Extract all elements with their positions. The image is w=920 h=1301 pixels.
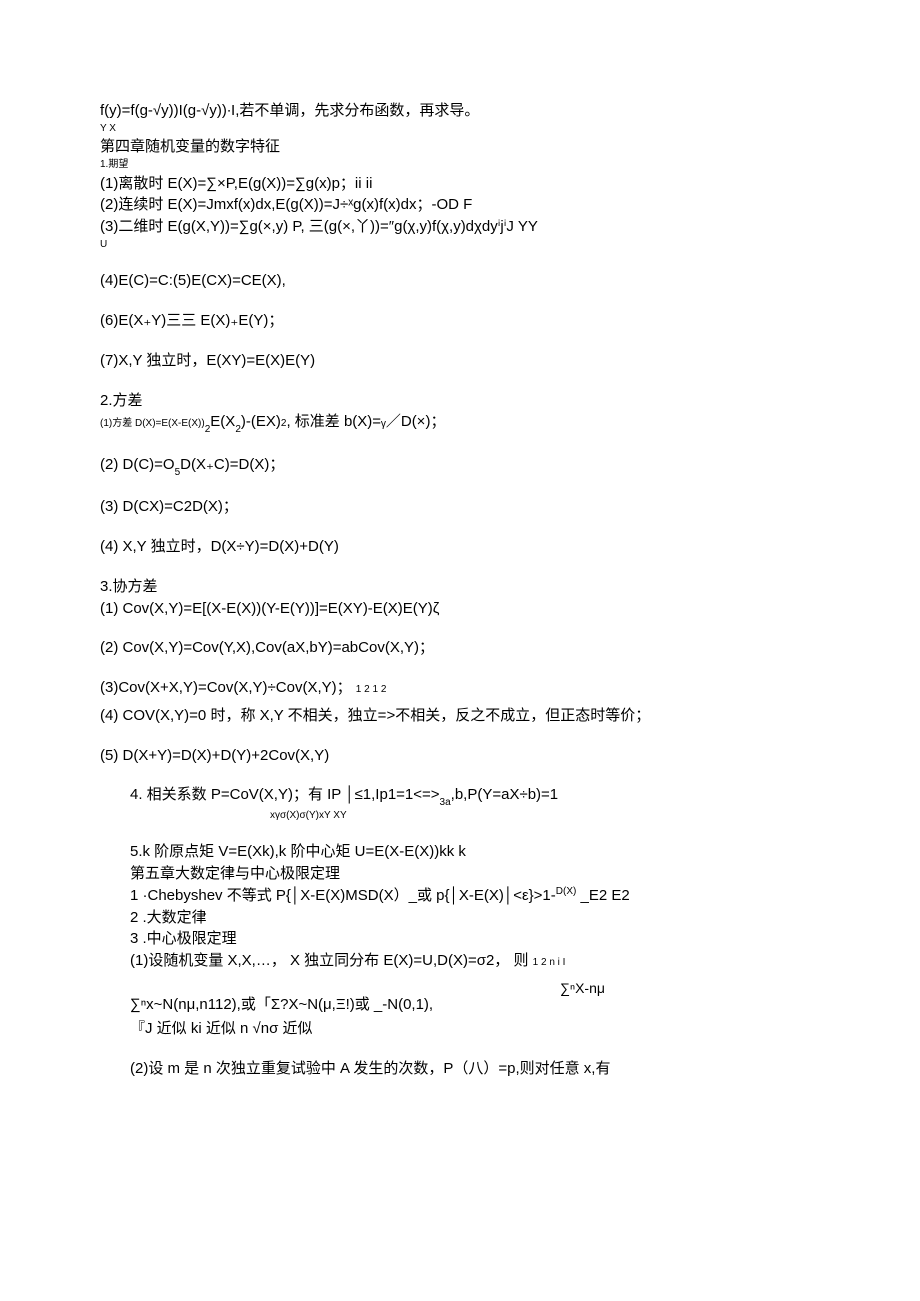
exp-continuous: (2)连续时 E(X)=Jmxf(x)dx,E(g(X))=J÷ˣg(x)f(x… — [100, 194, 820, 216]
sec-variance-title: 2.方差 — [100, 390, 820, 412]
corr-coef-main: 4. 相关系数 P=CoV(X,Y)；有 IP │≤1,Ip1=1<=> — [130, 786, 440, 803]
binomial-clt: (2)设 m 是 n 次独立重复试验中 A 发生的次数，P（八）=p,则对任意 … — [100, 1058, 820, 1080]
chebyshev-main: 1 ·Chebyshev 不等式 P{│X-E(X)MSD(X）_或 p{│X-… — [130, 887, 556, 904]
var-def-mid2: )-(EX) — [241, 413, 281, 430]
formula-fy: f(y)=f(g-√y))I(g-√y))∙I,若不单调，先求分布函数，再求导。 — [100, 100, 820, 122]
sub-2b: 2 — [235, 424, 241, 435]
clt-approx-labels: 『J 近似 ki 近似 n √nσ 近似 — [100, 1018, 820, 1040]
clt-main-line: ∑ⁿx~N(nμ,n112),或「Σ?X~N(μ,Ξ!)或 _-N(0,1), — [100, 994, 433, 1016]
exp-sum: (6)E(X₊Y)三三 E(X)₊E(Y)； — [100, 310, 820, 332]
var-sum-cov: (5) D(X+Y)=D(X)+D(Y)+2Cov(X,Y) — [100, 745, 820, 767]
var-def-end: , 标准差 b(X)=ᵧ／D(×)； — [286, 413, 445, 430]
cov-sym: (2) Cov(X,Y)=Cov(Y,X),Cov(aX,bY)=abCov(X… — [100, 637, 820, 659]
exp-const: (4)E(C)=C:(5)E(CX)=CE(X), — [100, 270, 820, 292]
var-def-mid: E(X — [210, 413, 235, 430]
chebyshev-end: _E2 E2 — [576, 887, 629, 904]
formula-fy-sub: Y X — [100, 122, 820, 137]
var-const-a: (2) D(C)=O — [100, 456, 175, 473]
document-page: f(y)=f(g-√y))I(g-√y))∙I,若不单调，先求分布函数，再求导。… — [0, 0, 920, 1301]
clt-formula-block: ∑ⁿX-nμ ∑ⁿx~N(nμ,n112),或「Σ?X~N(μ,Ξ!)或 _-N… — [100, 978, 820, 1018]
var-cx: (3) D(CX)=C2D(X)； — [100, 496, 820, 518]
corr-coef-subline: xγσ(X)σ(Y)xY XY — [100, 809, 820, 824]
cov-def: (1) Cov(X,Y)=E[(X-E(X))(Y-E(Y))]=E(XY)-E… — [100, 598, 820, 620]
clt-setup: (1)设随机变量 X,X,…， X 独立同分布 E(X)=U,D(X)=σ2， … — [100, 950, 820, 972]
cov-sum-main: (3)Cov(X+X,Y)=Cov(X,Y)÷Cov(X,Y)； — [100, 679, 352, 696]
clt-title: 3 .中心极限定理 — [100, 928, 820, 950]
sec-expectation-title: 1.期望 — [100, 158, 820, 173]
sec-cov-title: 3.协方差 — [100, 576, 820, 598]
sub-2a: 2 — [205, 424, 211, 435]
cov-sum-subs: 1 2 1 2 — [356, 684, 387, 695]
corr-coef-sub: 3a — [440, 797, 451, 808]
cov-sum: (3)Cov(X+X,Y)=Cov(X,Y)÷Cov(X,Y)； 1 2 1 2 — [100, 677, 820, 699]
moments: 5.k 阶原点矩 V=E(Xk),k 阶中心矩 U=E(X-E(X))kk k — [100, 841, 820, 863]
cov-zero: (4) COV(X,Y)=0 时，称 X,Y 不相关，独立=>不相关，反之不成立… — [100, 705, 820, 727]
var-const-sub: 5 — [175, 467, 181, 478]
var-def-prefix: (1)方差 D(X)=E(X-E(X)) — [100, 418, 205, 429]
var-const: (2) D(C)=O5D(X₊C)=D(X)； — [100, 454, 820, 479]
clt-right-frac: ∑ⁿX-nμ — [560, 978, 605, 998]
var-const-b: D(X₊C)=D(X)； — [180, 456, 284, 473]
chebyshev: 1 ·Chebyshev 不等式 P{│X-E(X)MSD(X）_或 p{│X-… — [100, 885, 820, 907]
exp-independent: (7)X,Y 独立时，E(XY)=E(X)E(Y) — [100, 350, 820, 372]
chapter5-title: 第五章大数定律与中心极限定理 — [100, 863, 820, 885]
chapter4-title: 第四章随机变量的数字特征 — [100, 136, 820, 158]
lln-title: 2 .大数定律 — [100, 907, 820, 929]
var-sum-indep: (4) X,Y 独立时，D(X÷Y)=D(X)+D(Y) — [100, 536, 820, 558]
var-def: (1)方差 D(X)=E(X-E(X))2E(X2)-(EX)2, 标准差 b(… — [100, 411, 820, 436]
exp-2d-sub: U — [100, 238, 820, 253]
exp-2d: (3)二维时 E(g(X,Y))=∑g(×,y) P, 三(g(×,丫))=″g… — [100, 216, 820, 238]
exp-discrete: (1)离散时 E(X)=∑×P,E(g(X))=∑g(x)p；ii ii — [100, 173, 820, 195]
corr-coef: 4. 相关系数 P=CoV(X,Y)；有 IP │≤1,Ip1=1<=>3a,b… — [100, 784, 820, 809]
clt-setup-main: (1)设随机变量 X,X,…， X 独立同分布 E(X)=U,D(X)=σ2， … — [130, 952, 533, 969]
clt-setup-subs: 1 2 n i I — [533, 957, 566, 968]
corr-coef-end: ,b,P(Y=aX÷b)=1 — [451, 786, 558, 803]
chebyshev-sup: D(X) — [556, 886, 577, 897]
